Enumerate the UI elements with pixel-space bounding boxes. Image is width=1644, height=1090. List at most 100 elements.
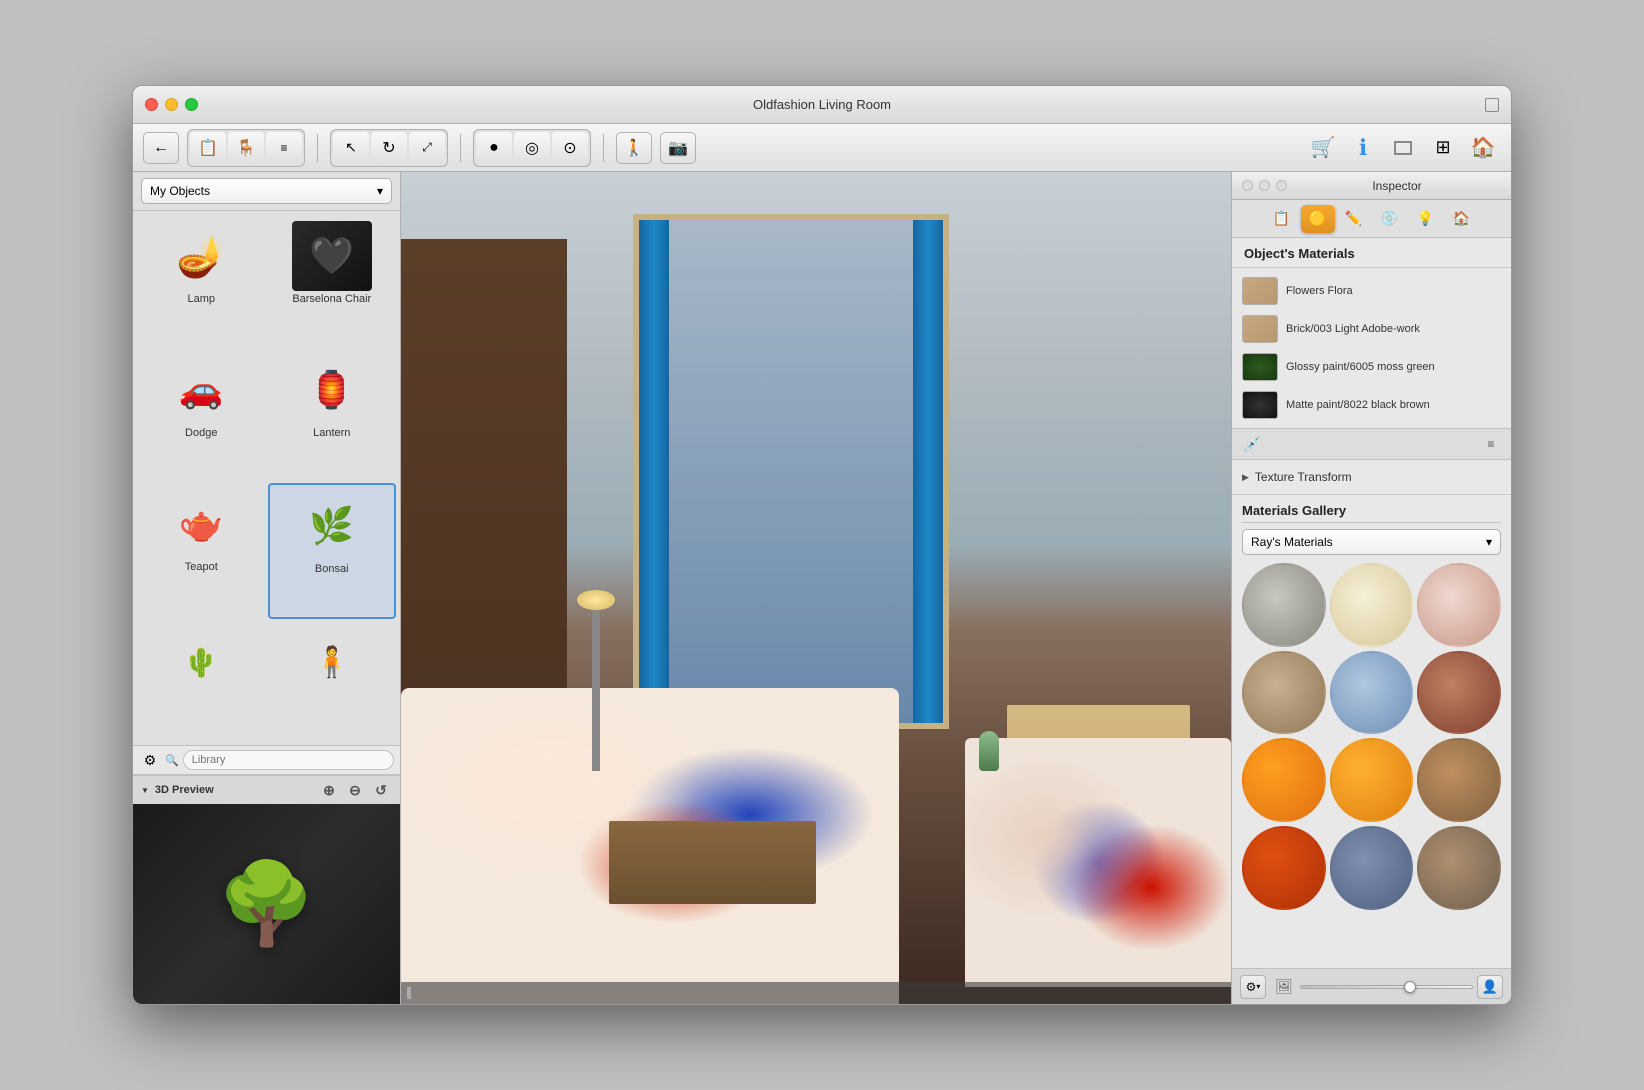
tab-materials[interactable]: 🟡	[1301, 205, 1335, 233]
zoom-in-button[interactable]: ⊕	[318, 779, 340, 801]
insp-minimize-btn[interactable]	[1259, 180, 1270, 191]
house-button[interactable]: 🏠	[1465, 130, 1501, 166]
chair-view-button[interactable]: 🪑	[228, 132, 264, 164]
rotate-tool-button[interactable]: ↻	[371, 132, 407, 164]
list-view-button[interactable]: ≡	[266, 132, 302, 164]
bonsai-3d-preview: 🌳	[217, 857, 317, 951]
brick-label: Brick/003 Light Adobe-work	[1286, 323, 1420, 335]
chair-thumb: 🖤	[292, 221, 372, 291]
material-flowers-flora[interactable]: Flowers Flora	[1232, 272, 1511, 310]
tab-scene[interactable]: 🏠	[1445, 205, 1479, 233]
objects-view-button[interactable]: 📋	[190, 132, 226, 164]
object-item-chair[interactable]: 🖤 Barselona Chair	[268, 215, 397, 347]
coffee-table	[609, 821, 817, 904]
objects-dropdown[interactable]: My Objects ▾	[141, 178, 392, 204]
object-item-lamp[interactable]: 🪔 Lamp	[137, 215, 266, 347]
reset-view-button[interactable]: ↺	[370, 779, 392, 801]
zoom-out-button[interactable]: ⊖	[344, 779, 366, 801]
gear-dropdown-arrow: ▾	[1256, 982, 1260, 991]
swatch-tan-diamond[interactable]	[1242, 651, 1326, 735]
preview-panel: ▼ 3D Preview ⊕ ⊖ ↺ 🌳	[133, 775, 400, 1004]
layout-button[interactable]: ⊞	[1425, 130, 1461, 166]
lamp-label: Lamp	[187, 293, 215, 305]
object-item-lantern[interactable]: 🏮 Lantern	[268, 349, 397, 481]
record-btn[interactable]: ⊙	[552, 132, 588, 164]
app-window: Oldfashion Living Room ← 📋 🪑 ≡ ↖	[132, 85, 1512, 1005]
object-item-cactus[interactable]: 🌵	[137, 621, 266, 741]
material-matte-black[interactable]: Matte paint/8022 black brown	[1232, 386, 1511, 424]
camera-button[interactable]: 📷	[660, 132, 696, 164]
objects-tab-icon: 📋	[1273, 210, 1290, 227]
resize-tool-button[interactable]: ⤢	[409, 132, 445, 164]
light-tab-icon: 💡	[1417, 210, 1434, 227]
flowers-flora-thumb	[1242, 277, 1278, 305]
swatch-steel-blue[interactable]	[1330, 826, 1414, 910]
texture-transform-header[interactable]: ▶ Texture Transform	[1242, 466, 1501, 488]
swatch-blue-argyle[interactable]	[1330, 651, 1414, 735]
left-panel: My Objects ▾ 🪔 Lamp 🖤 Barselona Chair 🚗 …	[133, 172, 401, 1004]
minimize-button[interactable]	[165, 98, 178, 111]
circle-btn[interactable]: ●	[476, 132, 512, 164]
camera-icon: 📷	[668, 138, 688, 158]
material-brick[interactable]: Brick/003 Light Adobe-work	[1232, 310, 1511, 348]
back-button[interactable]: ←	[143, 132, 179, 164]
tab-texture[interactable]: 💿	[1373, 205, 1407, 233]
swatch-wood[interactable]	[1417, 738, 1501, 822]
bonsai-thumb: 🌿	[292, 491, 372, 561]
preview-header[interactable]: ▼ 3D Preview ⊕ ⊖ ↺	[133, 776, 400, 804]
inspector-toolbar: 💉 ≡	[1232, 428, 1511, 460]
image-left-button[interactable]: 🖼	[1272, 975, 1296, 999]
swatch-dark-wood[interactable]	[1417, 826, 1501, 910]
maximize-button[interactable]	[185, 98, 198, 111]
select-tool-button[interactable]: ↖	[333, 132, 369, 164]
back-icon: ←	[153, 139, 169, 157]
cart-button[interactable]: 🛒	[1305, 130, 1341, 166]
texture-expand-icon: ▶	[1242, 472, 1249, 483]
separator-3	[603, 134, 604, 162]
tab-objects[interactable]: 📋	[1265, 205, 1299, 233]
walk-button[interactable]: 🚶	[616, 132, 652, 164]
center-viewport[interactable]	[401, 172, 1231, 1004]
swatch-orange-1[interactable]	[1242, 738, 1326, 822]
tab-light[interactable]: 💡	[1409, 205, 1443, 233]
settings-button[interactable]: ⚙	[139, 749, 161, 771]
gallery-dropdown[interactable]: Ray's Materials ▾	[1242, 529, 1501, 555]
black-label: Matte paint/8022 black brown	[1286, 399, 1430, 411]
separator-2	[460, 134, 461, 162]
expand-icon[interactable]	[1485, 98, 1499, 112]
eyedropper-button[interactable]: 💉	[1240, 432, 1264, 456]
toolbar: ← 📋 🪑 ≡ ↖ ↻ ⤢	[133, 124, 1511, 172]
search-input[interactable]	[183, 750, 394, 770]
object-item-figure[interactable]: 🧍	[268, 621, 397, 741]
swatch-red-floral[interactable]	[1417, 563, 1501, 647]
object-item-dodge[interactable]: 🚗 Dodge	[137, 349, 266, 481]
info-button[interactable]: ℹ	[1345, 130, 1381, 166]
object-item-teapot[interactable]: 🫖 Teapot	[137, 483, 266, 619]
swatch-orange-2[interactable]	[1330, 738, 1414, 822]
plant-vase	[979, 731, 999, 771]
title-bar: Oldfashion Living Room	[133, 86, 1511, 124]
swatch-orange-red[interactable]	[1242, 826, 1326, 910]
swatch-gray-floral[interactable]	[1242, 563, 1326, 647]
insp-maximize-btn[interactable]	[1276, 180, 1287, 191]
slider-thumb[interactable]	[1404, 981, 1416, 993]
separator-1	[317, 134, 318, 162]
close-button[interactable]	[145, 98, 158, 111]
size-slider[interactable]	[1300, 985, 1473, 989]
moss-thumb	[1242, 353, 1278, 381]
person-button[interactable]: 👤	[1477, 975, 1503, 999]
material-glossy-moss[interactable]: Glossy paint/6005 moss green	[1232, 348, 1511, 386]
window-button[interactable]	[1385, 130, 1421, 166]
inspector-tabs: 📋 🟡 ✏️ 💿 💡 🏠	[1232, 200, 1511, 238]
gallery-dropdown-label: Ray's Materials	[1251, 535, 1333, 549]
menu-button[interactable]: ≡	[1479, 432, 1503, 456]
swatch-rust-texture[interactable]	[1417, 651, 1501, 735]
insp-close-btn[interactable]	[1242, 180, 1253, 191]
bottom-settings-button[interactable]: ⚙ ▾	[1240, 975, 1266, 999]
ring-btn[interactable]: ◎	[514, 132, 550, 164]
lamp-thumb: 🪔	[161, 221, 241, 291]
inspector-title-bar: Inspector	[1232, 172, 1511, 200]
tab-edit[interactable]: ✏️	[1337, 205, 1371, 233]
object-item-bonsai[interactable]: 🌿 Bonsai	[268, 483, 397, 619]
swatch-cream-floral[interactable]	[1330, 563, 1414, 647]
